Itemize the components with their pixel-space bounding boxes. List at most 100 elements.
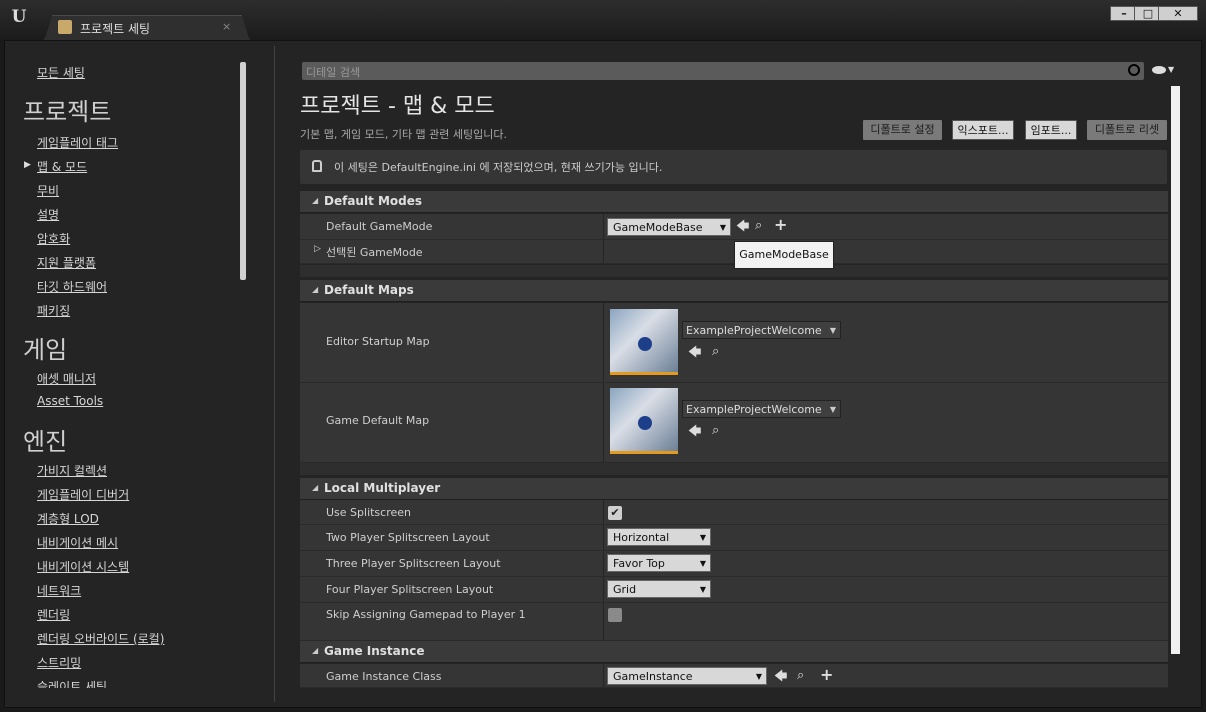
combo-value: ExampleProjectWelcome: [686, 403, 822, 416]
row-two-player-layout: Two Player Splitscreen Layout Horizontal…: [300, 525, 1168, 551]
sidebar-heading-project: 프로젝트: [23, 98, 112, 126]
combo-value: Horizontal: [613, 531, 670, 544]
map-thumbnail[interactable]: [610, 388, 678, 454]
chevron-down-icon: ▼: [829, 326, 836, 335]
add-new-plus-icon[interactable]: +: [774, 217, 787, 233]
export-button[interactable]: 익스포트...: [952, 120, 1014, 140]
category-default-maps[interactable]: ◢ Default Maps: [300, 280, 1168, 302]
chevron-down-icon: ▼: [719, 223, 726, 232]
sidebar: 모든 세팅 프로젝트 게임플레이 태그 맵 & 모드 무비 설명 암호화 지원 …: [10, 56, 266, 688]
sidebar-scrollbar[interactable]: [240, 62, 246, 280]
view-options-caret-icon[interactable]: ▼: [1168, 65, 1174, 74]
unreal-logo-icon: U: [11, 7, 27, 27]
reset-to-default-button[interactable]: 디폴트로 리셋: [1087, 120, 1167, 140]
chevron-down-icon: ▼: [755, 672, 762, 681]
search-input[interactable]: 디테일 검색: [302, 62, 1144, 80]
eye-icon[interactable]: [1152, 66, 1166, 74]
sidebar-heading-engine: 엔진: [23, 428, 68, 456]
sidebar-item-network[interactable]: 네트워크: [37, 582, 81, 599]
sidebar-item-hlod[interactable]: 계층형 LOD: [37, 510, 99, 527]
sidebar-item-rendering[interactable]: 렌더링: [37, 606, 70, 623]
row-game-default-map: Game Default Map ExampleProjectWelcome ▼ …: [300, 383, 1168, 463]
advanced-expander[interactable]: [300, 463, 1168, 475]
game-default-map-combo[interactable]: ExampleProjectWelcome ▼: [682, 400, 841, 418]
category-game-instance[interactable]: ◢ Game Instance: [300, 641, 1168, 663]
default-gamemode-combo[interactable]: GameModeBase ▼: [607, 218, 731, 236]
expand-arrow-icon: ◢: [312, 285, 319, 294]
main-scrollbar[interactable]: [1171, 86, 1180, 654]
row-label: Editor Startup Map: [326, 335, 430, 348]
sidebar-item-maps-modes[interactable]: 맵 & 모드: [37, 158, 87, 175]
four-player-layout-combo[interactable]: Grid ▼: [607, 580, 711, 598]
combo-value: GameModeBase: [613, 221, 703, 234]
use-selected-arrow-icon[interactable]: 🡄: [774, 670, 787, 684]
column-divider: [603, 525, 604, 550]
category-title: Default Maps: [324, 283, 414, 297]
sidebar-item-rendering-overrides[interactable]: 렌더링 오버라이드 (로컬): [37, 630, 164, 647]
chevron-down-icon: ▼: [699, 585, 706, 594]
close-window-button[interactable]: ✕: [1158, 6, 1198, 21]
row-four-player-layout: Four Player Splitscreen Layout Grid ▼: [300, 577, 1168, 603]
sidebar-item-streaming[interactable]: 스트리밍: [37, 654, 81, 671]
sidebar-item-supported-platforms[interactable]: 지원 플랫폼: [37, 254, 96, 271]
sidebar-item-slate-settings[interactable]: 슬레이트 세팅: [37, 678, 107, 688]
sidebar-item-description[interactable]: 설명: [37, 206, 59, 223]
category-title: Local Multiplayer: [324, 481, 441, 495]
browse-search-icon[interactable]: ⌕: [712, 424, 719, 438]
category-title: Default Modes: [324, 194, 423, 208]
row-label: Skip Assigning Gamepad to Player 1: [326, 608, 526, 621]
sidebar-item-navigation-mesh[interactable]: 내비게이션 메시: [37, 534, 118, 551]
combo-value: ExampleProjectWelcome: [686, 324, 822, 337]
sidebar-item-movies[interactable]: 무비: [37, 182, 59, 199]
sidebar-item-gameplay-tags[interactable]: 게임플레이 태그: [37, 134, 118, 151]
sidebar-item-all-settings[interactable]: 모든 세팅: [37, 64, 85, 81]
sidebar-item-asset-manager[interactable]: 애셋 매니저: [37, 370, 96, 387]
use-splitscreen-checkbox[interactable]: ✔: [608, 506, 622, 520]
expand-arrow-icon: ◢: [312, 196, 319, 205]
row-skip-assigning-gamepad: Skip Assigning Gamepad to Player 1: [300, 603, 1168, 641]
row-editor-startup-map: Editor Startup Map ExampleProjectWelcome…: [300, 303, 1168, 383]
selected-arrow-icon: ▶: [24, 160, 31, 170]
use-selected-arrow-icon[interactable]: 🡄: [736, 220, 749, 234]
tab-close-icon[interactable]: ×: [222, 20, 231, 33]
browse-search-icon[interactable]: ⌕: [797, 669, 804, 683]
use-selected-arrow-icon[interactable]: 🡄: [688, 425, 701, 439]
browse-search-icon[interactable]: ⌕: [712, 345, 719, 359]
three-player-layout-combo[interactable]: Favor Top ▼: [607, 554, 711, 572]
column-divider: [603, 383, 604, 462]
browse-search-icon[interactable]: ⌕: [755, 219, 762, 233]
sidebar-item-asset-tools[interactable]: Asset Tools: [37, 394, 103, 408]
sidebar-item-encryption[interactable]: 암호화: [37, 230, 70, 247]
column-divider: [603, 551, 604, 576]
sidebar-item-target-hardware[interactable]: 타깃 하드웨어: [37, 278, 107, 295]
row-label: Game Instance Class: [326, 670, 442, 683]
search-icon[interactable]: [1128, 64, 1140, 76]
sidebar-heading-game: 게임: [23, 336, 68, 364]
set-as-default-button[interactable]: 디폴트로 설정: [863, 120, 942, 140]
two-player-layout-combo[interactable]: Horizontal ▼: [607, 528, 711, 546]
chevron-down-icon: ▼: [829, 405, 836, 414]
row-default-gamemode: Default GameMode GameModeBase ▼ 🡄 ⌕ +: [300, 214, 1168, 240]
category-local-multiplayer[interactable]: ◢ Local Multiplayer: [300, 478, 1168, 500]
collapsed-arrow-icon[interactable]: ▷: [314, 244, 321, 254]
import-button[interactable]: 임포트...: [1025, 120, 1077, 140]
category-default-modes[interactable]: ◢ Default Modes: [300, 191, 1168, 213]
sidebar-item-navigation-system[interactable]: 내비게이션 시스템: [37, 558, 129, 575]
row-label: Default GameMode: [326, 220, 433, 233]
combo-value: Favor Top: [613, 557, 665, 570]
sidebar-item-packaging[interactable]: 패키징: [37, 302, 70, 319]
add-new-plus-icon[interactable]: +: [820, 667, 833, 683]
skip-gamepad-checkbox[interactable]: [608, 608, 622, 622]
map-thumbnail[interactable]: [610, 309, 678, 375]
game-instance-class-combo[interactable]: GameInstance ▼: [607, 667, 767, 685]
panel-divider[interactable]: [274, 46, 275, 702]
expand-arrow-icon: ◢: [312, 483, 319, 492]
unlock-icon: [312, 160, 322, 172]
settings-tab-icon: [58, 20, 72, 34]
sidebar-item-garbage-collection[interactable]: 가비지 컬렉션: [37, 462, 107, 479]
tooltip: GameModeBase: [734, 241, 834, 269]
sidebar-item-gameplay-debugger[interactable]: 게임플레이 디버거: [37, 486, 129, 503]
editor-startup-map-combo[interactable]: ExampleProjectWelcome ▼: [682, 321, 841, 339]
row-label: 선택된 GameMode: [326, 246, 423, 259]
use-selected-arrow-icon[interactable]: 🡄: [688, 346, 701, 360]
